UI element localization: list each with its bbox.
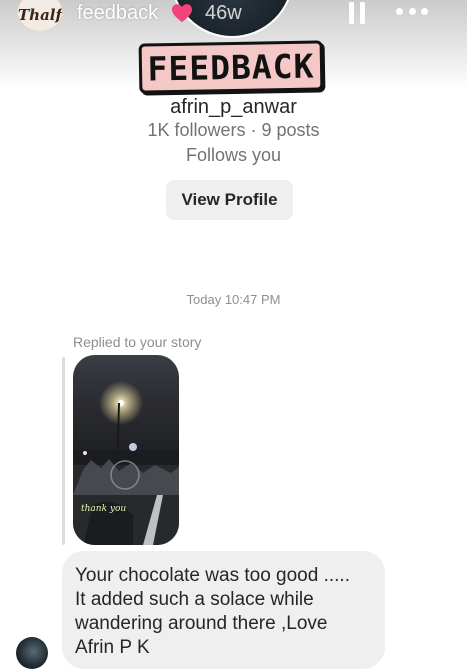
heart-icon — [172, 4, 192, 23]
brand-logo: Thalf — [18, 6, 62, 24]
reply-indicator-line — [62, 357, 65, 545]
follows-you-label: Follows you — [185, 145, 282, 165]
sticker-text: FEEDBACK — [147, 46, 315, 88]
sender-avatar[interactable] — [16, 637, 48, 669]
reply-context-label: Replied to your story — [73, 334, 202, 350]
profile-stats: 1K followers · 9 posts — [147, 120, 320, 140]
story-age: 46w — [205, 2, 242, 24]
brand-avatar[interactable]: Thalf — [17, 0, 63, 32]
message-timestamp: Today 10:47 PM — [186, 292, 281, 307]
story-thumbnail-image — [73, 381, 179, 545]
story-thumbnail[interactable]: thank you — [73, 355, 179, 545]
profile-username[interactable]: afrin_p_anwar — [0, 96, 467, 119]
more-options-icon[interactable] — [396, 8, 428, 16]
feedback-sticker: FEEDBACK — [138, 40, 324, 94]
story-header: Thalf feedback 46w — [0, 0, 467, 32]
pause-icon[interactable] — [349, 2, 365, 24]
story-caption: thank you — [81, 504, 127, 514]
story-title[interactable]: feedback — [77, 2, 158, 25]
message-bubble[interactable]: Your chocolate was too good ..... It add… — [62, 551, 385, 669]
view-profile-button[interactable]: View Profile — [166, 180, 293, 220]
